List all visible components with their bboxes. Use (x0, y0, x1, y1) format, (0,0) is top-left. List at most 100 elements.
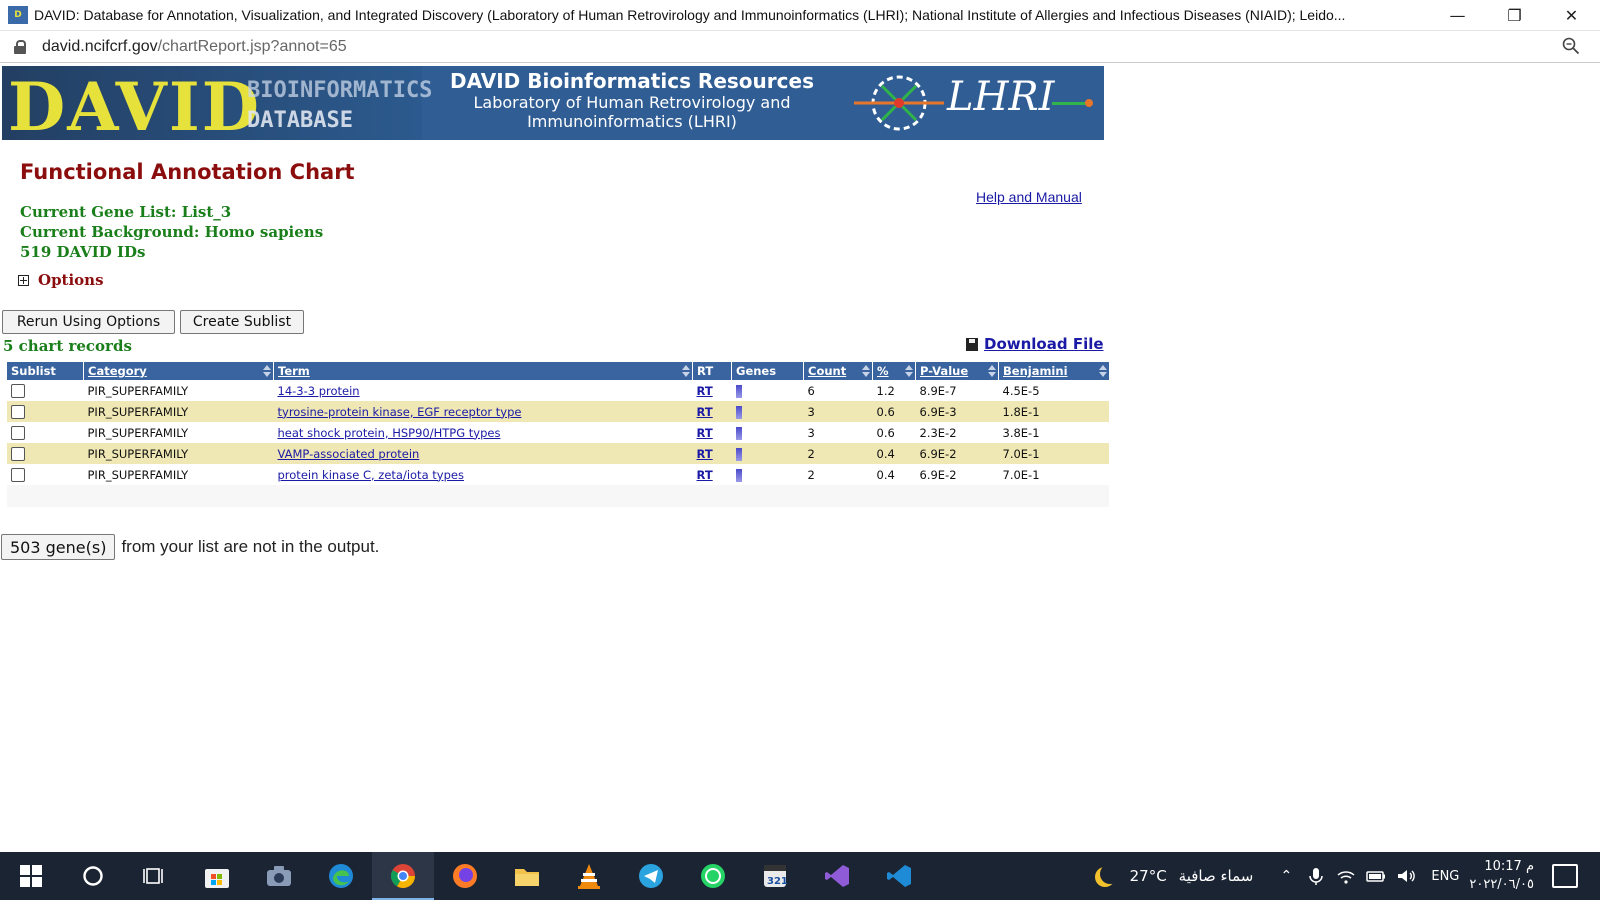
vlc-app[interactable] (558, 852, 620, 900)
lock-icon[interactable] (14, 39, 26, 54)
download-label[interactable]: Download File (984, 335, 1104, 353)
floppy-disk-icon[interactable] (966, 337, 978, 351)
gene-list-icon[interactable] (735, 447, 742, 461)
firefox-app[interactable] (434, 852, 496, 900)
clock-date[interactable]: ٢٠٢٢/٠٦/٠٥ (1469, 876, 1534, 894)
visual-studio-icon[interactable] (823, 862, 851, 890)
weather-temperature[interactable]: 27°C (1130, 867, 1167, 885)
visual-studio-app[interactable] (806, 852, 868, 900)
url-text[interactable]: david.ncifcrf.gov/chartReport.jsp?annot=… (42, 38, 347, 56)
close-button[interactable]: ✕ (1543, 0, 1600, 30)
create-sublist-button[interactable]: Create Sublist (180, 310, 304, 334)
edge-app[interactable] (310, 852, 372, 900)
task-view-button[interactable] (124, 852, 186, 900)
minimize-button[interactable]: — (1429, 0, 1486, 30)
sort-icon[interactable] (1099, 365, 1107, 377)
header-pvalue-label[interactable]: P-Value (920, 364, 968, 378)
weather-widget[interactable]: 27°C سماء صافية (1094, 866, 1254, 886)
header-term[interactable]: Term (273, 362, 693, 380)
expand-plus-icon[interactable] (18, 274, 29, 286)
rt-link[interactable]: RT (697, 468, 713, 482)
notification-center-icon[interactable] (1552, 864, 1578, 888)
whatsapp-app[interactable] (682, 852, 744, 900)
header-percent[interactable]: % (872, 362, 916, 380)
task-view-icon[interactable] (143, 865, 167, 887)
rt-link[interactable]: RT (697, 405, 713, 419)
microsoft-store-icon[interactable] (203, 863, 231, 889)
firefox-icon[interactable] (451, 862, 479, 890)
gene-list-icon[interactable] (735, 426, 742, 440)
genes-not-in-output-button[interactable]: 503 gene(s) (1, 534, 116, 560)
media-player-icon[interactable]: 321 (761, 862, 789, 890)
restore-button[interactable]: ❐ (1486, 0, 1543, 30)
rt-link[interactable]: RT (697, 426, 713, 440)
header-count[interactable]: Count (803, 362, 873, 380)
cortana-button[interactable] (62, 852, 124, 900)
wifi-icon[interactable] (1335, 865, 1357, 887)
edge-icon[interactable] (327, 862, 355, 890)
rerun-options-button[interactable]: Rerun Using Options (2, 310, 175, 334)
file-explorer-app[interactable] (496, 852, 558, 900)
gene-list-icon[interactable] (735, 384, 742, 398)
header-percent-label[interactable]: % (877, 364, 889, 378)
sublist-checkbox[interactable] (11, 467, 25, 482)
clock-time[interactable]: 10:17 م (1469, 858, 1534, 876)
system-clock[interactable]: 10:17 م ٢٠٢٢/٠٦/٠٥ (1469, 858, 1534, 894)
chrome-app[interactable] (372, 852, 434, 900)
weather-condition[interactable]: سماء صافية (1179, 867, 1254, 885)
vscode-app[interactable] (868, 852, 930, 900)
gene-list-icon[interactable] (735, 468, 742, 482)
options-toggle[interactable]: Options (18, 271, 104, 289)
sublist-checkbox[interactable] (11, 404, 25, 419)
term-link[interactable]: heat shock protein, HSP90/HTPG types (278, 426, 501, 440)
sort-icon[interactable] (682, 365, 690, 377)
header-category[interactable]: Category (83, 362, 274, 380)
telegram-icon[interactable] (637, 862, 665, 890)
download-file-link[interactable]: Download File (966, 335, 1104, 353)
vscode-icon[interactable] (885, 862, 913, 890)
term-link[interactable]: protein kinase C, zeta/iota types (278, 468, 464, 482)
show-hidden-icons-chevron-icon[interactable]: ⌃ (1275, 865, 1297, 887)
sort-icon[interactable] (862, 365, 870, 377)
zoom-icon[interactable] (1562, 37, 1580, 55)
sublist-checkbox[interactable] (11, 383, 25, 398)
gene-list-icon[interactable] (735, 405, 742, 419)
options-label[interactable]: Options (38, 271, 104, 289)
sort-icon[interactable] (905, 365, 913, 377)
sort-icon[interactable] (988, 365, 996, 377)
start-button[interactable] (0, 852, 62, 900)
lhri-logo-text: LHRI (947, 74, 1055, 120)
sublist-checkbox[interactable] (11, 446, 25, 461)
term-link[interactable]: VAMP-associated protein (278, 447, 420, 461)
folder-icon[interactable] (513, 864, 541, 888)
header-count-label[interactable]: Count (808, 364, 846, 378)
address-bar[interactable]: david.ncifcrf.gov/chartReport.jsp?annot=… (0, 31, 1600, 63)
camera-app[interactable] (248, 852, 310, 900)
rt-link[interactable]: RT (697, 447, 713, 461)
rt-link[interactable]: RT (697, 384, 713, 398)
term-link[interactable]: 14-3-3 protein (278, 384, 360, 398)
media-player-app[interactable]: 321 (744, 852, 806, 900)
help-manual-link[interactable]: Help and Manual (976, 189, 1082, 205)
input-language[interactable]: ENG (1431, 869, 1459, 884)
store-app[interactable] (186, 852, 248, 900)
camera-icon[interactable] (265, 864, 293, 888)
battery-icon[interactable] (1365, 865, 1387, 887)
header-benjamini[interactable]: Benjamini (998, 362, 1109, 380)
volume-icon[interactable] (1395, 865, 1417, 887)
telegram-app[interactable] (620, 852, 682, 900)
vlc-cone-icon[interactable] (576, 862, 602, 890)
cortana-circle-icon[interactable] (82, 865, 104, 887)
header-pvalue[interactable]: P-Value (915, 362, 999, 380)
microphone-icon[interactable] (1305, 865, 1327, 887)
header-category-label[interactable]: Category (88, 364, 147, 378)
whatsapp-icon[interactable] (699, 862, 727, 890)
term-link[interactable]: tyrosine-protein kinase, EGF receptor ty… (278, 405, 522, 419)
windows-logo-icon[interactable] (20, 865, 42, 887)
chrome-icon[interactable] (389, 862, 417, 890)
header-benjamini-label[interactable]: Benjamini (1003, 364, 1068, 378)
sublist-checkbox[interactable] (11, 425, 25, 440)
moon-icon[interactable] (1100, 864, 1120, 884)
sort-icon[interactable] (263, 365, 271, 377)
header-term-label[interactable]: Term (278, 364, 310, 378)
